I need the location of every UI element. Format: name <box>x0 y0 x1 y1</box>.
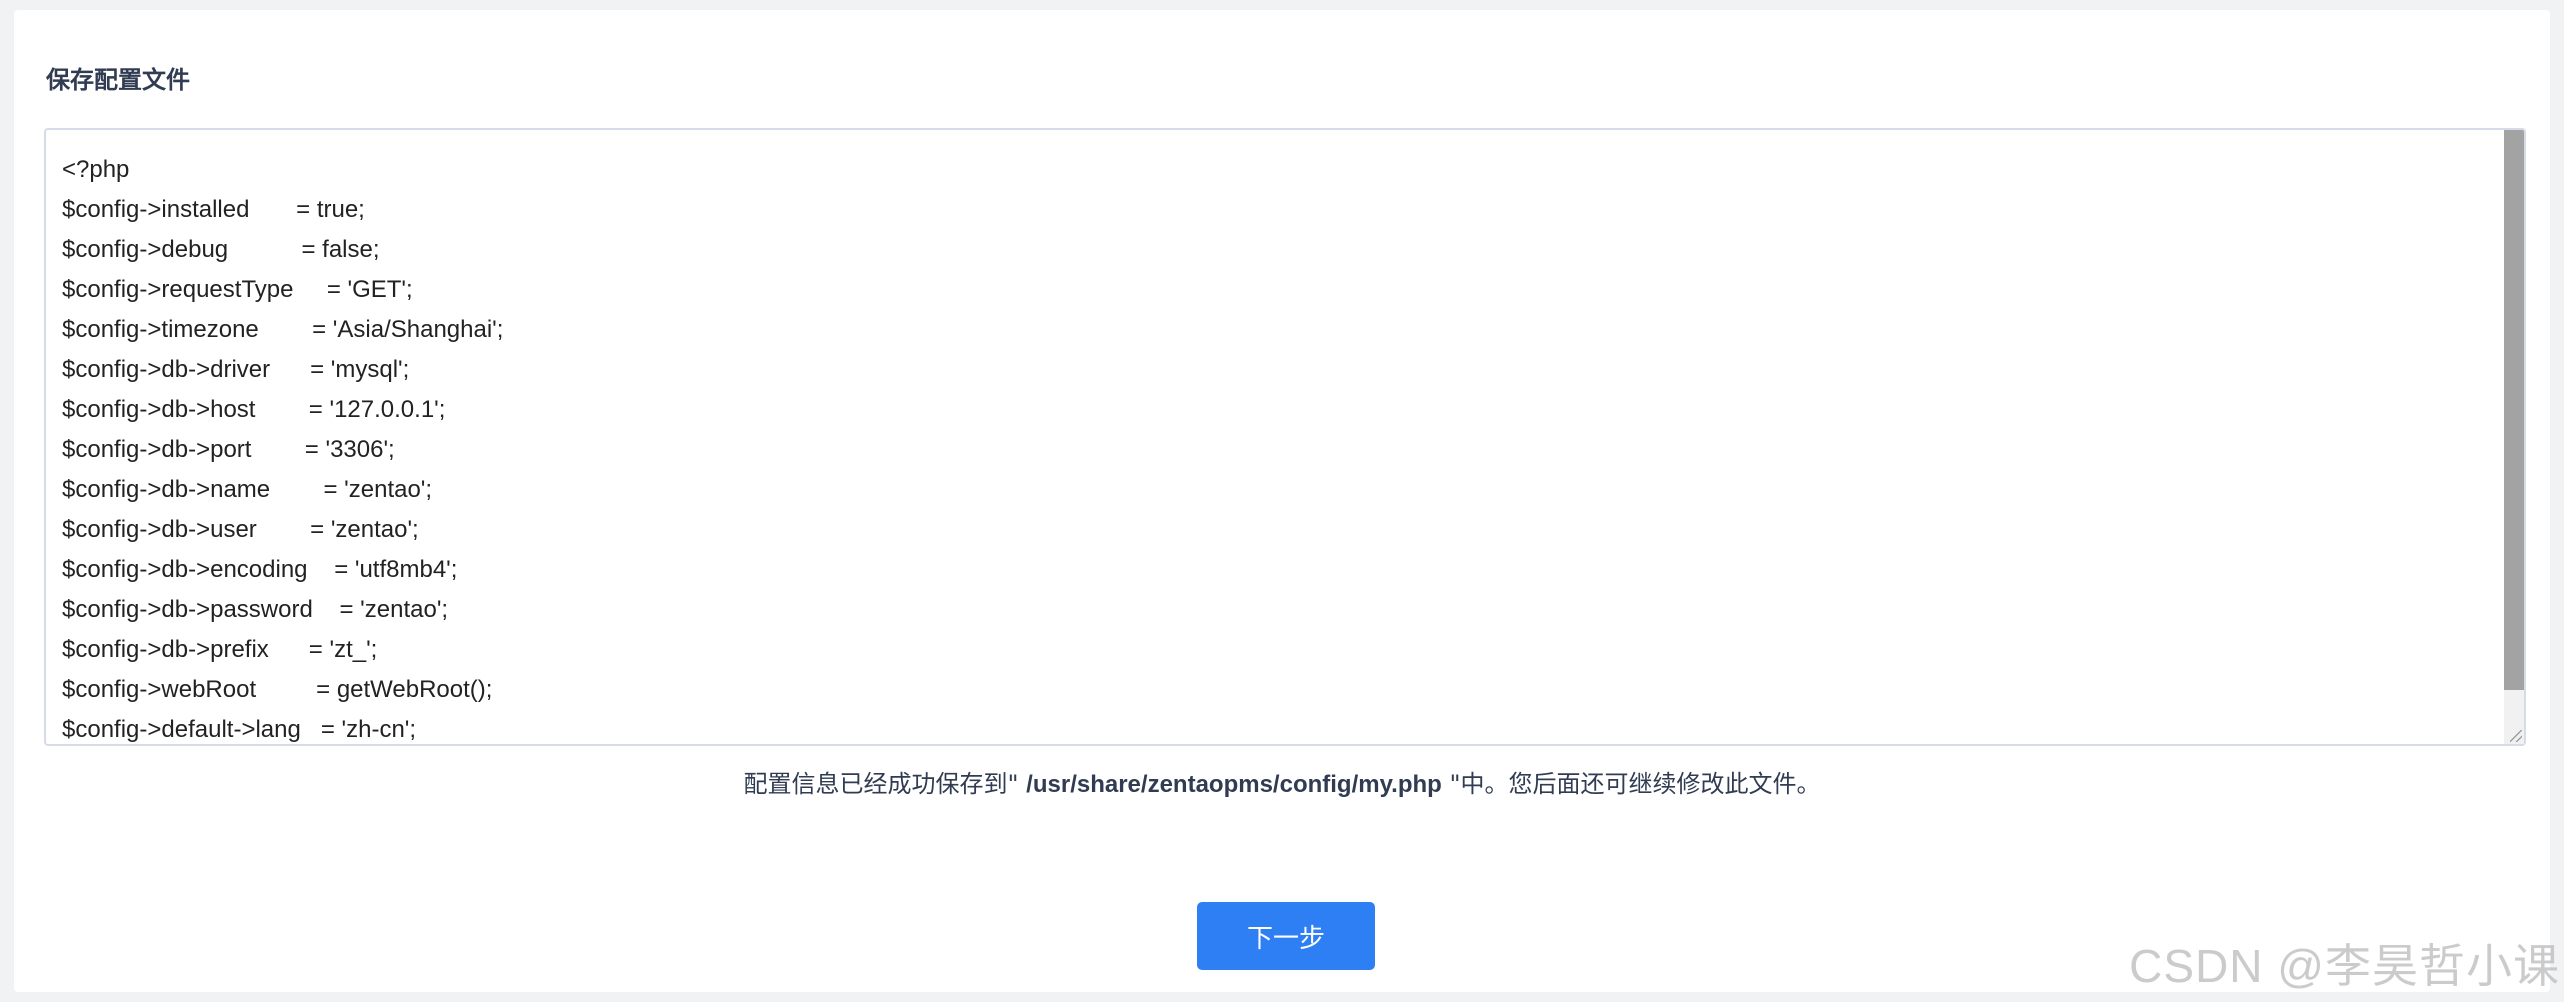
textarea-scrollbar[interactable] <box>2504 130 2524 744</box>
install-panel: 保存配置文件 <?php $config->installed = true; … <box>14 10 2550 992</box>
message-suffix: "中。您后面还可继续修改此文件。 <box>1441 770 1821 798</box>
config-file-path: /usr/share/zentaopms/config/my.php <box>1026 771 1442 798</box>
config-textarea[interactable]: <?php $config->installed = true; $config… <box>44 128 2526 746</box>
watermark: CSDN @李昊哲小课 <box>2129 940 2560 992</box>
next-step-button[interactable]: 下一步 <box>1197 902 1375 970</box>
config-file-content[interactable]: <?php $config->installed = true; $config… <box>62 150 2500 744</box>
save-success-message: 配置信息已经成功保存到" /usr/share/zentaopms/config… <box>14 766 2550 803</box>
textarea-scrollbar-thumb[interactable] <box>2504 130 2524 690</box>
message-prefix: 配置信息已经成功保存到" <box>743 770 1027 798</box>
page-title: 保存配置文件 <box>46 66 190 94</box>
resize-handle-icon[interactable] <box>2510 730 2522 742</box>
